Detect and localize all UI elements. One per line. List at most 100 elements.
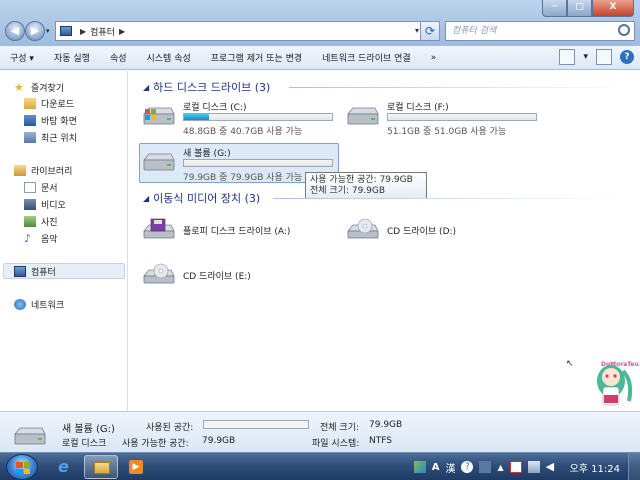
sidebar-item-label: 다운로드 bbox=[41, 100, 75, 110]
sidebar-item-label: 바탕 화면 bbox=[41, 117, 77, 127]
change-view-icon[interactable] bbox=[559, 49, 576, 65]
drive-name: 새 볼륨 (G:) bbox=[183, 149, 231, 159]
help-icon[interactable]: ? bbox=[620, 50, 634, 64]
address-dropdown-icon[interactable]: ▾ bbox=[415, 26, 419, 35]
help-icon[interactable]: ? bbox=[461, 461, 474, 473]
breadcrumb-computer[interactable]: 컴퓨터 bbox=[90, 25, 115, 38]
autoplay-button[interactable]: 자동 실행 bbox=[44, 51, 100, 64]
window-titlebar: ◀ ▶ ▾ ▶ 컴퓨터 ▶ ▾ ⟳ 컴퓨터 검색 ─ □ X bbox=[0, 0, 640, 46]
sidebar-item-music[interactable]: ♪ 음악 bbox=[24, 232, 58, 245]
address-bar[interactable]: ▶ 컴퓨터 ▶ ▾ bbox=[55, 21, 440, 41]
hard-drive-windows-icon bbox=[143, 107, 175, 125]
details-item-type: 로컬 디스크 bbox=[62, 439, 107, 449]
ime-hanja-button[interactable]: 漢 bbox=[445, 460, 455, 475]
drive-c[interactable]: 로컬 디스크 (C:) 48.8GB 중 40.7GB 사용 가능 bbox=[141, 100, 341, 137]
network-icon bbox=[14, 299, 26, 310]
group-header-removable[interactable]: ◢ 이동식 미디어 장치 (3) bbox=[143, 190, 260, 206]
collapse-arrow-icon[interactable]: ◢ bbox=[143, 194, 149, 203]
floppy-drive-icon bbox=[143, 218, 175, 239]
breadcrumb-separator-icon[interactable]: ▶ bbox=[80, 27, 86, 36]
navigation-pane: ★ 즐겨찾기 다운로드 바탕 화면 최근 위치 라이브러리 문서 비디오 사진 … bbox=[0, 71, 128, 411]
libraries-icon bbox=[14, 165, 26, 176]
sidebar-item-network[interactable]: 네트워크 bbox=[14, 298, 64, 311]
computer-icon bbox=[60, 26, 72, 36]
view-dropdown-icon[interactable]: ▾ bbox=[583, 52, 588, 62]
close-button[interactable]: X bbox=[592, 0, 634, 17]
tooltip-total-size: 전체 크기: 79.9GB bbox=[310, 186, 386, 196]
sidebar-item-pictures[interactable]: 사진 bbox=[24, 215, 58, 228]
volume-icon[interactable]: ◀ bbox=[546, 461, 558, 473]
drive-name: 로컬 디스크 (C:) bbox=[183, 103, 247, 113]
internet-explorer-icon: e bbox=[58, 457, 69, 476]
drive-e[interactable]: CD 드라이브 (E:) bbox=[141, 259, 341, 295]
ime-mode-icon[interactable] bbox=[479, 461, 492, 473]
details-fs-value: NTFS bbox=[369, 436, 392, 446]
sidebar-item-recent-places[interactable]: 최근 위치 bbox=[24, 131, 77, 144]
recent-pages-dropdown[interactable]: ▾ bbox=[46, 27, 50, 35]
uninstall-button[interactable]: 프로그램 제거 또는 변경 bbox=[201, 51, 312, 64]
pictures-icon bbox=[24, 216, 36, 227]
minimize-button[interactable]: ─ bbox=[542, 0, 567, 17]
sidebar-item-documents[interactable]: 문서 bbox=[24, 181, 58, 194]
network-icon[interactable] bbox=[527, 461, 540, 473]
drive-a[interactable]: 플로피 디스크 드라이브 (A:) bbox=[141, 214, 341, 250]
organize-menu[interactable]: 구성 ▾ bbox=[0, 51, 44, 64]
sidebar-item-label: 컴퓨터 bbox=[31, 268, 56, 278]
drive-f[interactable]: 로컬 디스크 (F:) 51.1GB 중 51.0GB 사용 가능 bbox=[345, 100, 545, 137]
breadcrumb-separator-icon[interactable]: ▶ bbox=[119, 27, 125, 36]
search-placeholder: 컴퓨터 검색 bbox=[452, 26, 497, 36]
system-properties-button[interactable]: 시스템 속성 bbox=[137, 51, 201, 64]
start-button[interactable] bbox=[6, 454, 38, 480]
collapse-arrow-icon[interactable]: ◢ bbox=[143, 83, 149, 92]
clock[interactable]: 오후 11:24 bbox=[570, 460, 620, 475]
sidebar-item-label: 라이브러리 bbox=[31, 167, 73, 177]
search-input[interactable]: 컴퓨터 검색 bbox=[445, 21, 635, 41]
details-usage-bar bbox=[203, 420, 309, 429]
sidebar-item-computer[interactable]: 컴퓨터 bbox=[14, 265, 56, 278]
drive-usage-bar bbox=[387, 113, 537, 121]
drive-free-space: 51.1GB 중 51.0GB 사용 가능 bbox=[387, 127, 507, 137]
group-header-hard-disks[interactable]: ◢ 하드 디스크 드라이브 (3) bbox=[143, 79, 270, 95]
drive-free-space: 79.9GB 중 79.9GB 사용 가능 bbox=[183, 173, 303, 183]
back-button[interactable]: ◀ bbox=[5, 21, 25, 41]
drive-name: 플로피 디스크 드라이브 (A:) bbox=[183, 227, 291, 237]
tooltip-free-space: 사용 가능한 공간: 79.9GB bbox=[310, 175, 413, 185]
sidebar-item-favorites[interactable]: ★ 즐겨찾기 bbox=[14, 81, 64, 94]
drive-name: 로컬 디스크 (F:) bbox=[387, 103, 449, 113]
language-bar-icon[interactable] bbox=[413, 461, 426, 473]
preview-pane-icon[interactable] bbox=[596, 49, 612, 65]
show-desktop-button[interactable] bbox=[628, 453, 640, 480]
more-commands-button[interactable]: » bbox=[421, 53, 447, 63]
show-hidden-icons-button[interactable]: ▲ bbox=[497, 463, 503, 472]
star-icon: ★ bbox=[14, 81, 24, 94]
group-header-label: 하드 디스크 드라이브 (3) bbox=[153, 81, 271, 94]
taskbar-windows-explorer[interactable] bbox=[84, 455, 118, 479]
drive-name: CD 드라이브 (E:) bbox=[183, 272, 251, 282]
action-center-flag-icon[interactable] bbox=[509, 461, 522, 473]
hard-drive-icon bbox=[14, 427, 46, 445]
recent-places-icon bbox=[24, 132, 36, 143]
drive-tooltip: 사용 가능한 공간: 79.9GB 전체 크기: 79.9GB bbox=[305, 172, 427, 199]
mouse-cursor-icon: ↖ bbox=[566, 359, 574, 369]
documents-icon bbox=[24, 182, 36, 193]
properties-button[interactable]: 속성 bbox=[100, 51, 137, 64]
taskbar-internet-explorer[interactable]: e bbox=[48, 455, 82, 479]
sidebar-item-downloads[interactable]: 다운로드 bbox=[24, 97, 74, 110]
sidebar-item-label: 문서 bbox=[41, 184, 58, 194]
maximize-button[interactable]: □ bbox=[567, 0, 592, 17]
map-network-drive-button[interactable]: 네트워크 드라이브 연결 bbox=[312, 51, 421, 64]
sidebar-item-libraries[interactable]: 라이브러리 bbox=[14, 164, 72, 177]
sidebar-item-videos[interactable]: 비디오 bbox=[24, 198, 66, 211]
search-icon[interactable] bbox=[618, 24, 630, 36]
sidebar-item-desktop[interactable]: 바탕 화면 bbox=[24, 114, 77, 127]
forward-button[interactable]: ▶ bbox=[25, 21, 45, 41]
drive-free-space: 48.8GB 중 40.7GB 사용 가능 bbox=[183, 127, 303, 137]
ime-alphanumeric-button[interactable]: A bbox=[432, 462, 440, 473]
folder-icon bbox=[94, 462, 110, 474]
group-divider bbox=[289, 87, 629, 88]
details-total-value: 79.9GB bbox=[369, 420, 403, 430]
refresh-button[interactable]: ⟳ bbox=[420, 21, 440, 41]
taskbar-media-player[interactable]: ▶ bbox=[120, 455, 154, 479]
drive-d[interactable]: CD 드라이브 (D:) bbox=[345, 214, 545, 250]
videos-icon bbox=[24, 199, 36, 210]
